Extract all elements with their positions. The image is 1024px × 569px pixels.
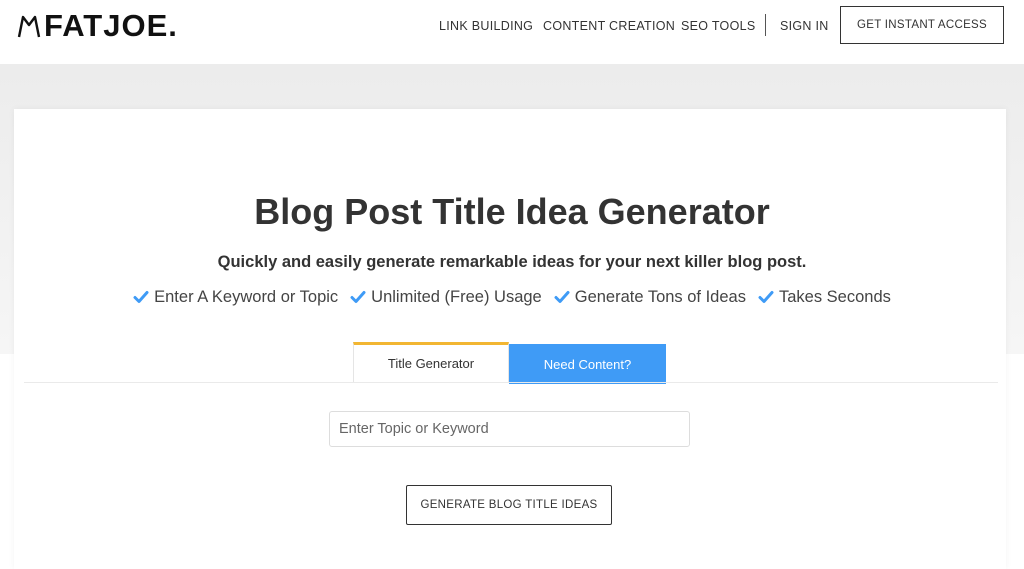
logo-text: FATJOE.	[44, 8, 178, 43]
feature-item: Enter A Keyword or Topic	[133, 287, 338, 307]
get-instant-access-button[interactable]: GET INSTANT ACCESS	[840, 6, 1004, 44]
tab-need-content[interactable]: Need Content?	[509, 344, 666, 384]
topic-keyword-input[interactable]	[329, 411, 690, 447]
nav-content-creation[interactable]: CONTENT CREATION	[543, 18, 675, 34]
feature-label: Generate Tons of Ideas	[574, 288, 746, 306]
nav-link-building[interactable]: LINK BUILDING	[439, 18, 533, 34]
nav-sign-in[interactable]: SIGN IN	[780, 18, 829, 34]
feature-label: Takes Seconds	[778, 288, 891, 306]
page-title: Blog Post Title Idea Generator	[254, 191, 770, 232]
generator-tabs: Title Generator Need Content?	[353, 342, 666, 384]
check-icon	[758, 291, 774, 303]
feature-item: Unlimited (Free) Usage	[350, 287, 542, 307]
check-icon	[554, 291, 570, 303]
generate-title-ideas-button[interactable]: GENERATE BLOG TITLE IDEAS	[406, 485, 612, 525]
page-subtitle: Quickly and easily generate remarkable i…	[217, 253, 807, 271]
nav-divider	[765, 14, 766, 36]
fatjoe-logo[interactable]: FATJOE.	[16, 8, 178, 44]
nav-seo-tools[interactable]: SEO TOOLS	[681, 18, 756, 34]
logo-mark-icon	[17, 15, 41, 38]
feature-label: Unlimited (Free) Usage	[371, 288, 542, 306]
check-icon	[350, 291, 366, 303]
tab-title-generator[interactable]: Title Generator	[353, 342, 509, 382]
feature-label: Enter A Keyword or Topic	[154, 288, 339, 306]
feature-list: Enter A Keyword or Topic Unlimited (Free…	[0, 287, 1024, 307]
site-header: FATJOE. LINK BUILDING CONTENT CREATION S…	[0, 0, 1024, 64]
feature-item: Takes Seconds	[758, 287, 891, 307]
feature-item: Generate Tons of Ideas	[554, 287, 746, 307]
tab-divider	[24, 382, 998, 383]
check-icon	[133, 291, 149, 303]
